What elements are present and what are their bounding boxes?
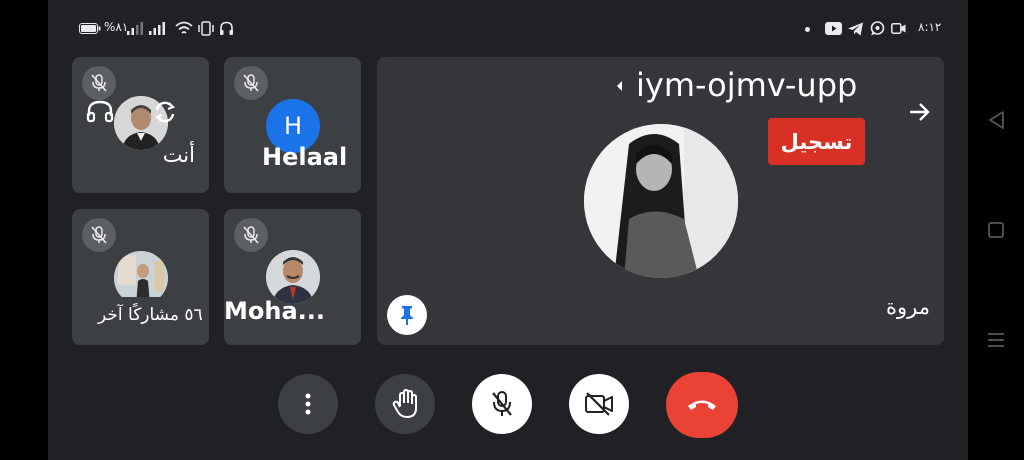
camera-off-icon xyxy=(585,392,613,416)
toggle-camera-button[interactable] xyxy=(569,374,629,434)
vibrate-icon xyxy=(198,21,214,36)
battery-icon xyxy=(79,23,101,34)
mic-off-icon xyxy=(234,66,268,100)
more-options-button[interactable] xyxy=(278,374,338,434)
youtube-icon xyxy=(825,22,842,35)
meet-screen: %٨١ ٨:١٢ أنت H Helaal ٥٦ مشاركًا آخر Moh… xyxy=(48,0,968,460)
participant-name: Helaal xyxy=(262,143,348,171)
participant-tile-self[interactable]: أنت xyxy=(72,57,209,193)
meeting-code[interactable]: iym-ojmv-upp xyxy=(636,66,857,104)
headset-icon xyxy=(220,21,233,35)
wifi-icon xyxy=(175,21,193,34)
end-call-button[interactable] xyxy=(666,372,738,438)
participant-name: مروة xyxy=(886,295,930,319)
notification-dot-icon xyxy=(805,27,810,32)
switch-camera-icon[interactable] xyxy=(152,99,178,125)
more-vert-icon xyxy=(305,393,311,415)
mic-off-icon xyxy=(234,218,268,252)
moha-avatar xyxy=(266,250,320,304)
participant-tile-others[interactable]: ٥٦ مشاركًا آخر xyxy=(72,209,209,345)
toggle-mic-button[interactable] xyxy=(472,374,532,434)
hand-icon xyxy=(392,389,417,418)
participant-tile-moha[interactable]: Moha... xyxy=(224,209,361,345)
home-nav-icon[interactable] xyxy=(988,222,1004,238)
recording-badge: تسجيل xyxy=(768,118,865,165)
signal-icon xyxy=(127,22,143,35)
pin-icon xyxy=(401,306,413,325)
pin-button[interactable] xyxy=(387,295,427,335)
participant-name: أنت xyxy=(162,143,195,167)
main-speaker-avatar xyxy=(584,124,738,278)
status-bar: %٨١ ٨:١٢ xyxy=(48,0,968,58)
caret-left-icon xyxy=(617,81,622,91)
mic-off-icon xyxy=(492,391,512,416)
headphones-icon[interactable] xyxy=(86,99,114,123)
call-end-icon xyxy=(688,400,716,410)
whatsapp-icon xyxy=(870,21,885,36)
clock: ٨:١٢ xyxy=(918,20,942,34)
mic-off-icon xyxy=(82,218,116,252)
battery-percent: %٨١ xyxy=(104,20,129,34)
arrow-forward-icon[interactable] xyxy=(908,101,932,123)
main-speaker-tile[interactable]: iym-ojmv-upp تسجيل مروة xyxy=(377,57,944,345)
system-nav-bar xyxy=(968,0,1024,460)
back-nav-icon[interactable] xyxy=(987,110,1005,130)
raise-hand-button[interactable] xyxy=(375,374,435,434)
video-call-icon xyxy=(891,23,906,34)
telegram-icon xyxy=(848,22,863,36)
others-count-chip[interactable]: ٥٦ مشاركًا آخر xyxy=(82,297,209,333)
signal-icon-2 xyxy=(149,22,165,35)
participant-tile-helaal[interactable]: H Helaal xyxy=(224,57,361,193)
recents-nav-icon[interactable] xyxy=(988,333,1004,347)
mic-off-icon xyxy=(82,66,116,100)
participant-name: Moha... xyxy=(224,297,326,325)
